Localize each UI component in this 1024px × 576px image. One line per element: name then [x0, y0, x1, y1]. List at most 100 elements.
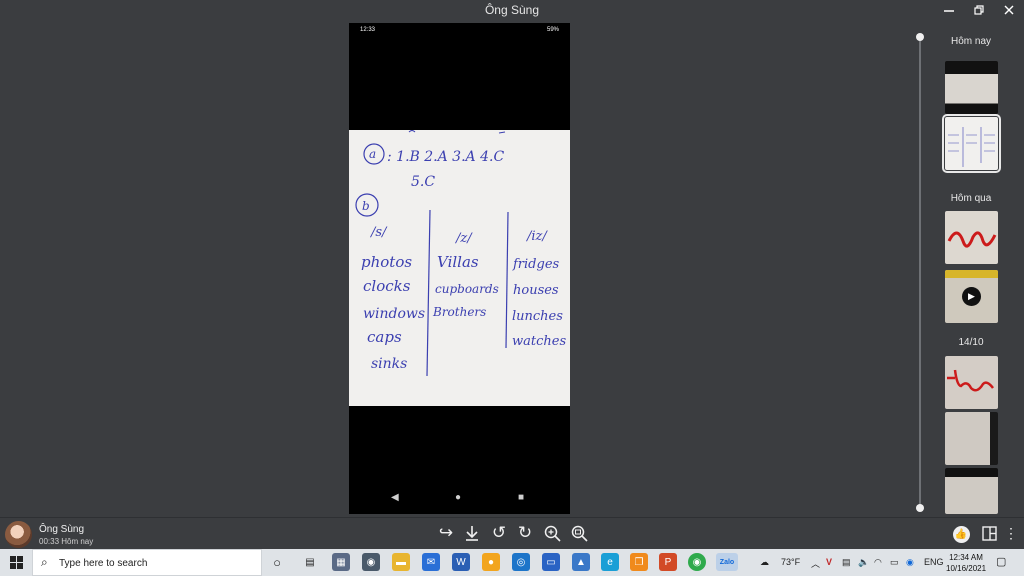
- chevron-up-icon[interactable]: ︿: [811, 557, 820, 570]
- task-view-icon[interactable]: ▤: [301, 553, 319, 571]
- timeline-thumbnail-selected[interactable]: [942, 114, 1001, 173]
- timeline-thumbnail[interactable]: [945, 356, 998, 409]
- timeline-scroll-track[interactable]: [919, 36, 921, 508]
- timeline-thumbnail[interactable]: [945, 412, 998, 465]
- windows-start-icon[interactable]: [10, 556, 23, 569]
- like-icon: 👍: [952, 525, 970, 543]
- calculator-icon[interactable]: ▦: [332, 553, 350, 571]
- app-icon[interactable]: ●: [482, 553, 500, 571]
- more-vertical-icon: ⋮: [1004, 525, 1018, 541]
- language-indicator[interactable]: ENG: [924, 557, 944, 567]
- app-icon[interactable]: ◎: [512, 553, 530, 571]
- battery-icon[interactable]: ▭: [890, 557, 899, 568]
- word: clocks: [363, 277, 411, 295]
- word: lunches: [512, 309, 563, 324]
- close-icon: [1004, 5, 1014, 15]
- rotate-right-icon: ↻: [517, 523, 533, 542]
- minimize-button[interactable]: [934, 0, 964, 20]
- volume-icon[interactable]: 🔈: [858, 557, 869, 568]
- word: houses: [513, 283, 559, 298]
- recents-icon: ■: [518, 492, 525, 503]
- tray-app-icon[interactable]: V: [826, 557, 832, 567]
- phone-screenshot[interactable]: 12:33 59% a : 1.B 2.A 3.A 4.C 5.C b /s/ …: [349, 23, 570, 514]
- phone-status-bar: 12:33 59%: [349, 23, 570, 37]
- word: Villas: [437, 253, 479, 271]
- image-viewer-window: Ông Sùng 12:33 59% a : 1.B 2.A 3.A 4.C 5…: [0, 0, 1024, 576]
- app-icon[interactable]: ❐: [630, 553, 648, 571]
- word: sinks: [371, 356, 407, 372]
- timeline-group-label: Hôm qua: [950, 193, 992, 204]
- share-icon: ↪: [438, 523, 454, 542]
- minimize-icon: [944, 10, 954, 12]
- file-explorer-icon[interactable]: ▬: [392, 553, 410, 571]
- restore-icon: [974, 5, 984, 15]
- part-b-marker: b: [362, 199, 370, 213]
- media-timeline: Hôm nay Hôm qua ▶ 14/10: [905, 20, 1024, 517]
- back-icon: ◀: [391, 492, 399, 503]
- timeline-thumbnail[interactable]: [945, 61, 998, 114]
- note-drawing: a : 1.B 2.A 3.A 4.C 5.C b /s/ photos clo…: [355, 130, 566, 377]
- search-icon: ⌕: [41, 555, 48, 569]
- windows-taskbar: ⌕ Type here to search ○ ▤ ▦ ◉ ▬ ✉ W ● ◎ …: [0, 549, 1024, 576]
- phone-status-battery: 59%: [546, 27, 559, 33]
- toggle-panel-button[interactable]: [979, 523, 999, 543]
- column-divider: [505, 211, 509, 349]
- mail-icon[interactable]: ✉: [422, 553, 440, 571]
- notification-icon[interactable]: ▢: [996, 555, 1006, 568]
- weather-temp[interactable]: 73°F: [781, 557, 800, 567]
- word: watches: [512, 334, 566, 349]
- timeline-video-thumbnail[interactable]: ▶: [945, 270, 998, 323]
- part-a-answers-line1: : 1.B 2.A 3.A 4.C: [387, 149, 504, 165]
- rotate-right-button[interactable]: ↻: [515, 523, 535, 543]
- timeline-scroll-handle[interactable]: [916, 33, 924, 41]
- app-icon[interactable]: ▭: [542, 553, 560, 571]
- photos-icon[interactable]: ▲: [572, 553, 590, 571]
- zalo-tray-icon[interactable]: ◉: [906, 557, 914, 568]
- clock-time: 12:34 AM: [949, 553, 983, 562]
- timeline-thumbnail[interactable]: [945, 468, 998, 514]
- timeline-group-label: Hôm nay: [950, 36, 991, 47]
- wifi-icon[interactable]: ◠: [874, 557, 882, 568]
- camera-icon[interactable]: ◉: [362, 553, 380, 571]
- title-bar: Ông Sùng: [0, 0, 1024, 20]
- image-viewer-area: 12:33 59% a : 1.B 2.A 3.A 4.C 5.C b /s/ …: [0, 20, 905, 517]
- taskbar-clock[interactable]: 12:34 AM 10/16/2021: [946, 552, 986, 574]
- weather-icon[interactable]: ☁: [760, 557, 769, 568]
- part-a-marker: a: [369, 147, 376, 161]
- edge-icon[interactable]: e: [601, 553, 619, 571]
- zoom-in-button[interactable]: [542, 523, 562, 543]
- rotate-left-button[interactable]: ↺: [489, 523, 509, 543]
- network-icon[interactable]: ▤: [842, 557, 851, 568]
- word-icon[interactable]: W: [452, 553, 470, 571]
- thumbnail-preview: [947, 231, 997, 248]
- column-divider: [426, 209, 431, 377]
- reaction-button[interactable]: 👍: [951, 524, 971, 544]
- restore-button[interactable]: [964, 0, 994, 20]
- close-button[interactable]: [994, 0, 1024, 20]
- thumbnail-preview: [948, 127, 995, 167]
- play-icon: ▶: [962, 287, 981, 306]
- clock-date: 10/16/2021: [946, 564, 987, 573]
- powerpoint-icon[interactable]: P: [659, 553, 677, 571]
- handwritten-note: a : 1.B 2.A 3.A 4.C 5.C b /s/ photos clo…: [349, 130, 570, 406]
- sender-name: Ông Sùng: [39, 524, 85, 535]
- cortana-icon[interactable]: ○: [268, 553, 286, 571]
- download-button[interactable]: [462, 523, 482, 543]
- timeline-end-dot: [916, 504, 924, 512]
- word: photos: [361, 253, 412, 271]
- zalo-icon[interactable]: Zalo: [716, 553, 738, 571]
- search-placeholder: Type here to search: [59, 558, 148, 569]
- column-header: /iz/: [525, 229, 548, 244]
- avatar[interactable]: [5, 521, 32, 548]
- taskbar-search-box[interactable]: ⌕ Type here to search: [32, 549, 262, 576]
- zoom-fit-button[interactable]: [569, 523, 589, 543]
- more-options-button[interactable]: ⋮: [1001, 523, 1021, 543]
- column-header: /z/: [454, 231, 473, 246]
- chrome-icon[interactable]: ◉: [688, 553, 706, 571]
- word: caps: [367, 328, 402, 346]
- panel-layout-icon: [981, 525, 997, 541]
- share-button[interactable]: ↪: [436, 523, 456, 543]
- download-icon: [466, 526, 478, 541]
- timeline-thumbnail[interactable]: [945, 211, 998, 264]
- word: Brothers: [432, 305, 486, 319]
